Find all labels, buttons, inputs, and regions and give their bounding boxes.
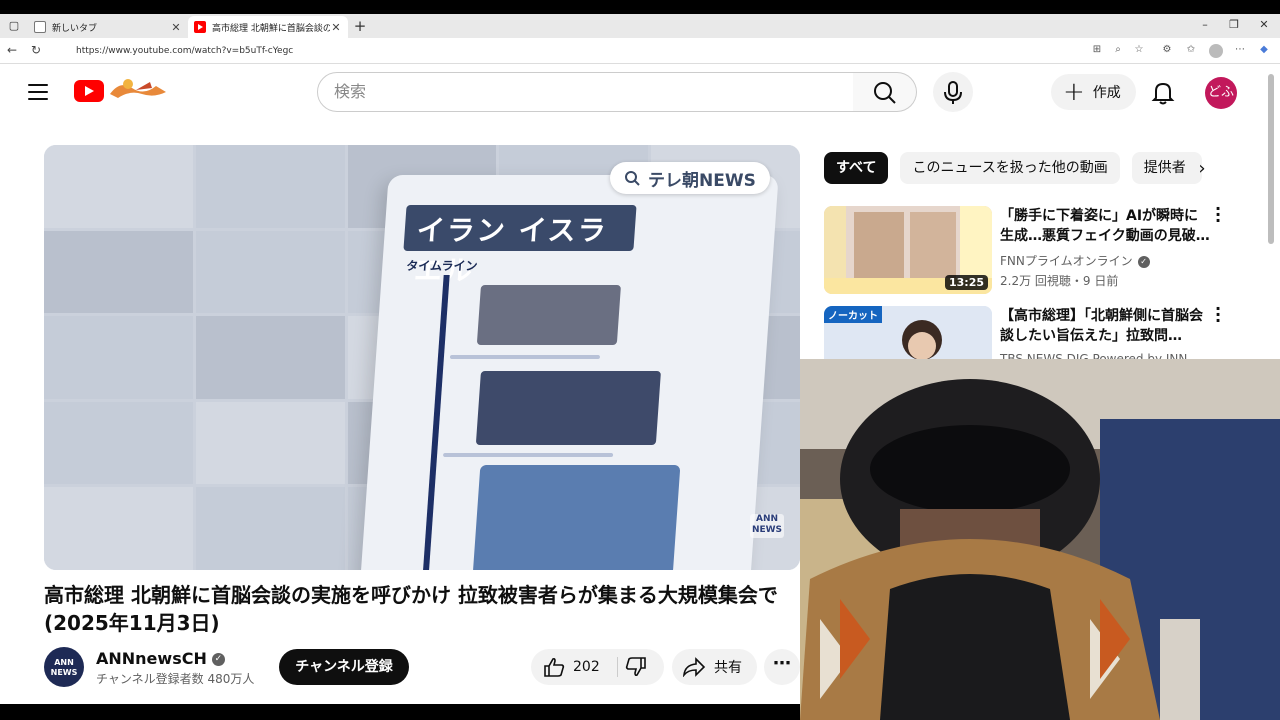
- divider: [617, 657, 618, 677]
- browser-address-bar: ← ↻ https://www.youtube.com/watch?v=b5uT…: [0, 38, 1280, 64]
- menu-icon[interactable]: [28, 84, 48, 100]
- verified-check-icon: ✓: [211, 653, 225, 666]
- tablet-timeline-label: タイムライン: [405, 259, 478, 273]
- app-icon[interactable]: ⊞: [1090, 44, 1104, 55]
- page-scrollbar[interactable]: [1268, 74, 1274, 244]
- recommended-channel[interactable]: FNNプライムオンライン: [1000, 254, 1133, 268]
- close-icon[interactable]: ✕: [330, 21, 342, 34]
- no-cut-badge: ノーカット: [824, 306, 882, 323]
- video-title: 高市総理 北朝鮮に首脳会談の実施を呼びかけ 拉致被害者らが集まる大規模集会で(2…: [44, 583, 778, 635]
- channel-name-row: ANNnewsCH ✓: [96, 649, 225, 668]
- webcam-overlay: [800, 359, 1280, 720]
- screen-top-edge: [0, 0, 1280, 14]
- back-icon[interactable]: ←: [4, 43, 20, 57]
- extension-icon[interactable]: ⚙: [1160, 44, 1174, 55]
- channel-avatar[interactable]: ANN NEWS: [44, 647, 84, 687]
- subscribe-button[interactable]: チャンネル登録: [279, 649, 409, 685]
- search-icon: [874, 82, 896, 104]
- search-button[interactable]: [853, 72, 917, 112]
- tablet-graphic: イラン イスラエル タイムライン: [359, 175, 779, 570]
- tab-title: 新しいタブ: [52, 23, 98, 34]
- news-photo: [472, 465, 681, 570]
- favorites-icon[interactable]: ✩: [1184, 44, 1198, 55]
- avatar-line: NEWS: [50, 668, 78, 677]
- video-thumbnail[interactable]: 13:25: [824, 206, 992, 294]
- restore-icon[interactable]: ❐: [1224, 18, 1244, 31]
- thumbs-up-icon: [544, 657, 565, 677]
- timeline-rail: [421, 275, 450, 570]
- news-photo: [476, 285, 621, 345]
- recommended-title[interactable]: 「勝手に下着姿に」AIが瞬時に生成…悪質フェイク動画の見破…: [1000, 206, 1210, 246]
- favorite-star-icon[interactable]: ☆: [1132, 44, 1146, 55]
- close-icon[interactable]: ✕: [170, 21, 182, 34]
- badge-label: テレ朝NEWS: [648, 170, 756, 191]
- share-button[interactable]: 共有: [672, 649, 757, 685]
- recommended-meta: 2.2万 回視聴・9 日前: [1000, 274, 1119, 288]
- voice-search-button[interactable]: [933, 72, 973, 112]
- search-icon: [625, 171, 640, 186]
- browser-tab-strip: ▢ 新しいタブ ✕ 高市総理 北朝鮮に首脳会談の実施 ✕ + – ❐ ✕: [0, 14, 1280, 38]
- thumbs-down-icon: [625, 657, 646, 677]
- video-duration: 13:25: [944, 275, 988, 290]
- create-button[interactable]: + 作成: [1051, 74, 1136, 110]
- recommended-channel-row: FNNプライムオンライン ✓: [1000, 252, 1150, 269]
- browser-tab-youtube[interactable]: 高市総理 北朝鮮に首脳会談の実施 ✕: [188, 16, 348, 38]
- logo-line: ANN: [755, 514, 779, 524]
- like-dislike-group: 202: [531, 649, 664, 685]
- subscriber-count: チャンネル登録者数 480万人: [96, 672, 255, 686]
- bell-icon: [1151, 82, 1175, 105]
- microphone-icon: [944, 81, 962, 104]
- youtube-favicon-icon: [194, 21, 206, 33]
- chip-all[interactable]: すべて: [824, 152, 889, 184]
- text-line: [442, 453, 614, 457]
- share-label: 共有: [714, 660, 742, 676]
- copilot-icon[interactable]: ◆: [1257, 44, 1271, 55]
- avatar-line: ANN: [54, 658, 74, 667]
- like-count: 202: [573, 659, 600, 675]
- more-options-icon[interactable]: · · ·: [1214, 301, 1222, 329]
- verified-check-icon: ✓: [1137, 255, 1150, 268]
- tab-title: 高市総理 北朝鮮に首脳会談の実施: [212, 23, 330, 34]
- browser-tab-newtab[interactable]: 新しいタブ ✕: [28, 16, 188, 38]
- text-line: [449, 355, 601, 359]
- page-icon: [34, 21, 46, 33]
- reload-icon[interactable]: ↻: [28, 43, 44, 57]
- more-actions-button[interactable]: ⋯: [764, 649, 800, 685]
- logo-line: NEWS: [751, 525, 783, 535]
- minimize-icon[interactable]: –: [1195, 18, 1215, 31]
- profile-icon[interactable]: [1209, 44, 1223, 58]
- ann-news-logo: ANN NEWS: [750, 514, 784, 538]
- dislike-button[interactable]: [625, 657, 647, 677]
- recommended-video[interactable]: 13:25 「勝手に下着姿に」AIが瞬時に生成…悪質フェイク動画の見破… FNN…: [824, 201, 1264, 296]
- youtube-logo-icon[interactable]: [74, 80, 104, 102]
- chevron-right-icon[interactable]: ›: [1190, 158, 1214, 179]
- tablet-heading: イラン イスラエル: [403, 205, 637, 287]
- create-label: 作成: [1092, 85, 1121, 101]
- share-arrow-icon: [682, 657, 706, 677]
- close-window-icon[interactable]: ✕: [1254, 18, 1274, 31]
- new-tab-button[interactable]: +: [352, 18, 368, 34]
- chip-related-news[interactable]: このニュースを扱った他の動画: [900, 152, 1120, 184]
- filter-chips: すべて このニュースを扱った他の動画 提供者: [824, 152, 1202, 184]
- tv-asahi-news-badge: テレ朝NEWS: [610, 162, 770, 194]
- news-photo: [475, 371, 661, 445]
- url-field[interactable]: https://www.youtube.com/watch?v=b5uTf-cY…: [52, 41, 1152, 61]
- zoom-icon[interactable]: ⌕: [1111, 44, 1125, 55]
- search-input[interactable]: 検索: [317, 72, 854, 112]
- webcam-image: [800, 359, 1280, 720]
- notifications-button[interactable]: [1147, 76, 1179, 108]
- video-player[interactable]: イラン イスラエル タイムライン テレ朝NEWS ANN NEWS: [44, 145, 800, 570]
- doodle-logo-icon[interactable]: [106, 76, 170, 104]
- like-button[interactable]: 202: [543, 657, 600, 677]
- screen-bottom-edge: [0, 704, 800, 720]
- account-avatar[interactable]: どふ: [1205, 77, 1237, 109]
- more-options-icon[interactable]: · · ·: [1214, 201, 1222, 229]
- recommended-title[interactable]: 【高市総理】「北朝鮮側に首脳会談したい旨伝えた」拉致問…: [1000, 306, 1210, 346]
- more-menu-icon[interactable]: ⋯: [1233, 44, 1247, 55]
- plus-icon: +: [1063, 77, 1085, 107]
- tab-actions-icon[interactable]: ▢: [6, 18, 22, 34]
- channel-name[interactable]: ANNnewsCH: [96, 649, 207, 668]
